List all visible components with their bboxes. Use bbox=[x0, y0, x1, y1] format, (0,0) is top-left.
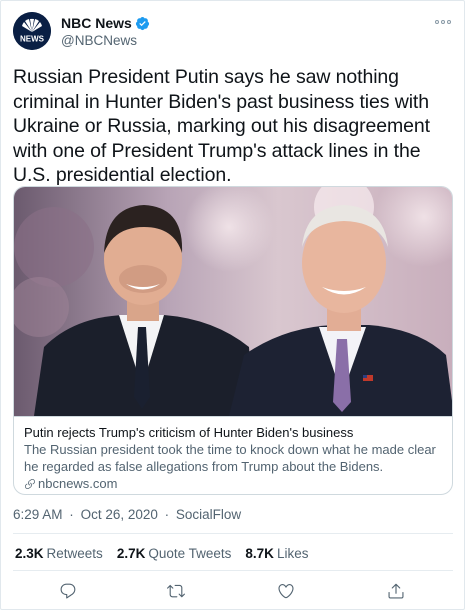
divider bbox=[13, 533, 453, 534]
tweet-stats: 2.3K Retweets 2.7K Quote Tweets 8.7K Likes bbox=[15, 546, 308, 561]
meta-separator: · bbox=[164, 507, 170, 522]
share-button[interactable] bbox=[385, 581, 407, 601]
likes-count: 8.7K bbox=[245, 546, 274, 561]
tweet-meta: 6:29 AM · Oct 26, 2020 · SocialFlow bbox=[13, 507, 241, 522]
quotes-label: Quote Tweets bbox=[148, 546, 232, 561]
action-bar bbox=[13, 581, 453, 601]
divider bbox=[13, 570, 453, 571]
reply-icon bbox=[60, 583, 76, 599]
dot-icon bbox=[441, 20, 445, 24]
name-row: NBC News bbox=[61, 15, 150, 31]
tweet-time[interactable]: 6:29 AM bbox=[13, 507, 63, 522]
share-icon bbox=[388, 583, 404, 599]
nbc-peacock-logo-icon: NEWS bbox=[13, 12, 51, 50]
quote-tweets-stat[interactable]: 2.7K Quote Tweets bbox=[117, 546, 232, 561]
tweet-date[interactable]: Oct 26, 2020 bbox=[81, 507, 158, 522]
card-image[interactable] bbox=[14, 187, 453, 416]
verified-badge-icon bbox=[135, 16, 149, 30]
card-domain-row: nbcnews.com bbox=[24, 475, 444, 492]
retweets-stat[interactable]: 2.3K Retweets bbox=[15, 546, 103, 561]
author-handle[interactable]: @NBCNews bbox=[61, 33, 137, 48]
tweet-source[interactable]: SocialFlow bbox=[176, 507, 241, 522]
card-domain[interactable]: nbcnews.com bbox=[38, 475, 117, 492]
retweet-button[interactable] bbox=[165, 581, 187, 601]
avatar[interactable]: NEWS bbox=[13, 12, 51, 50]
tweet-header: NEWS NBC News @NBCNews bbox=[13, 12, 453, 52]
dot-icon bbox=[435, 20, 439, 24]
tweet-container: NEWS NBC News @NBCNews Russian President… bbox=[0, 0, 465, 610]
retweets-count: 2.3K bbox=[15, 546, 44, 561]
tweet-text: Russian President Putin says he saw noth… bbox=[13, 66, 430, 186]
retweets-label: Retweets bbox=[46, 546, 103, 561]
dot-icon bbox=[447, 20, 451, 24]
avatar-text: NEWS bbox=[20, 35, 45, 44]
link-card[interactable]: Putin rejects Trump's criticism of Hunte… bbox=[13, 186, 453, 495]
heart-icon bbox=[278, 584, 294, 599]
display-name[interactable]: NBC News bbox=[61, 15, 132, 31]
like-button[interactable] bbox=[275, 581, 297, 601]
more-options-button[interactable] bbox=[433, 14, 453, 30]
likes-label: Likes bbox=[276, 546, 309, 561]
likes-stat[interactable]: 8.7K Likes bbox=[245, 546, 308, 561]
retweet-icon bbox=[167, 584, 185, 598]
card-description: The Russian president took the time to k… bbox=[24, 442, 436, 474]
quotes-count: 2.7K bbox=[116, 546, 146, 561]
link-icon bbox=[25, 478, 35, 489]
reply-button[interactable] bbox=[57, 581, 79, 601]
meta-separator: · bbox=[69, 507, 74, 522]
card-title[interactable]: Putin rejects Trump's criticism of Hunte… bbox=[24, 424, 444, 441]
card-body: Putin rejects Trump's criticism of Hunte… bbox=[14, 416, 452, 494]
